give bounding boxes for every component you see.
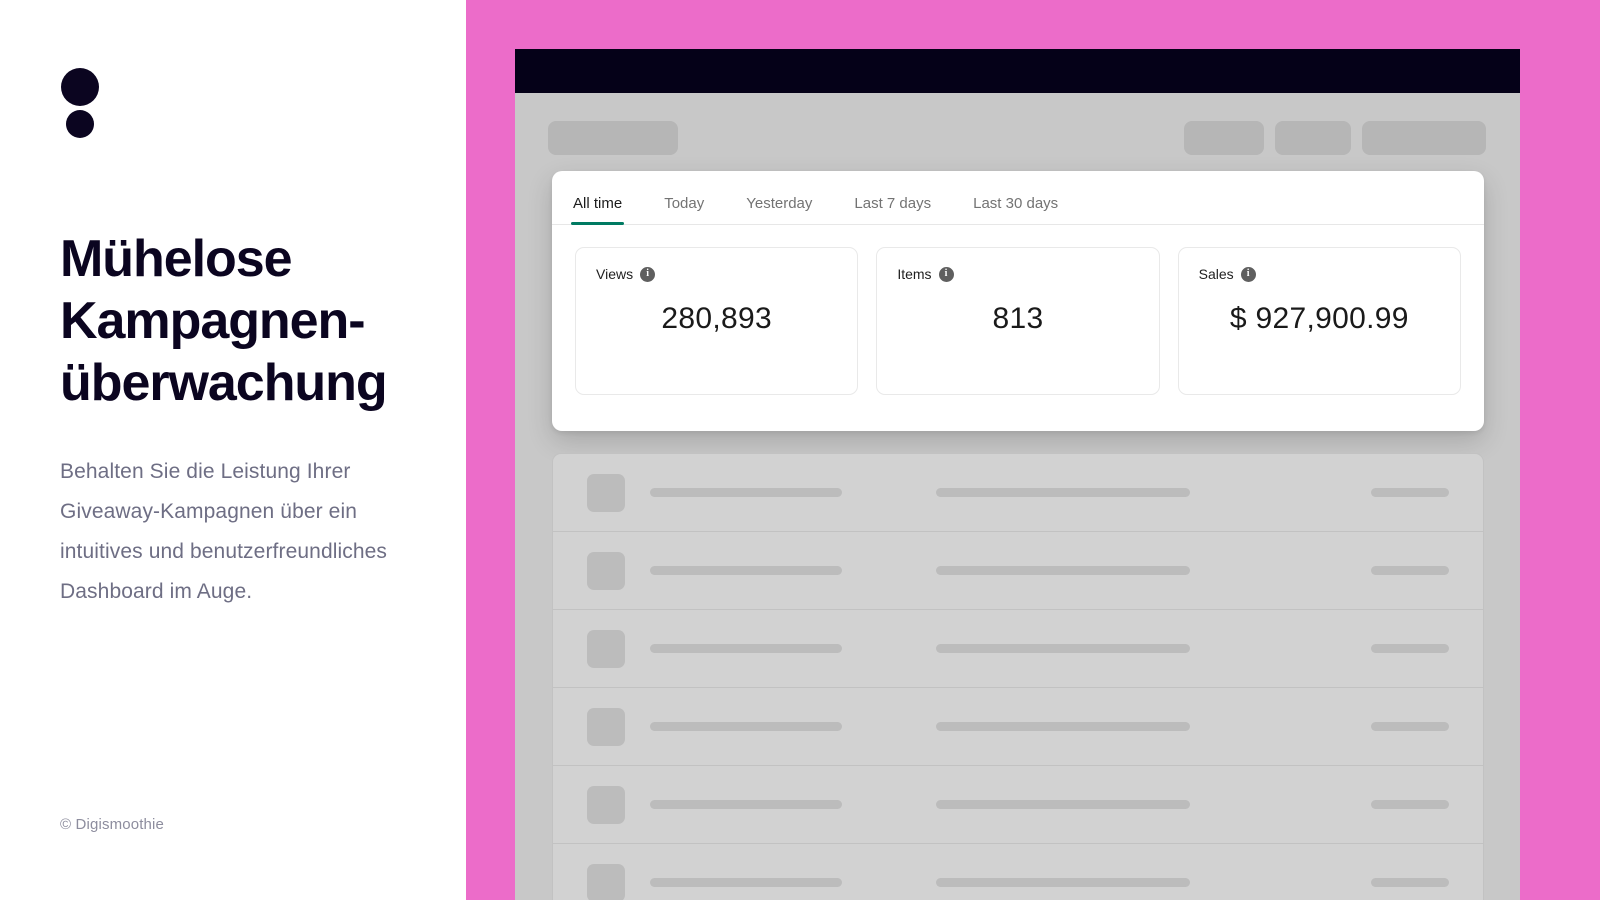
two-dots-logo[interactable] bbox=[61, 68, 105, 148]
skeleton-text-bar bbox=[1371, 878, 1449, 887]
logo-dot-small-icon bbox=[66, 110, 94, 138]
skeleton-text-bar bbox=[936, 800, 1190, 809]
skeleton-thumbnail bbox=[587, 707, 625, 746]
skeleton-thumbnail bbox=[587, 629, 625, 668]
skeleton-thumbnail bbox=[587, 785, 625, 824]
skeleton-text-bar bbox=[650, 800, 842, 809]
pink-stage: All time Today Yesterday Last 7 days Las… bbox=[466, 0, 1600, 900]
skeleton-text-bar bbox=[650, 566, 842, 575]
list-item bbox=[553, 454, 1483, 532]
stat-card-views: Views i 280,893 bbox=[575, 247, 859, 395]
app-topbar bbox=[515, 49, 1520, 93]
stat-card-value: 813 bbox=[992, 302, 1044, 335]
skeleton-text-bar bbox=[1371, 488, 1449, 497]
tab-last-30-days[interactable]: Last 30 days bbox=[973, 195, 1058, 224]
stat-card-label: Sales bbox=[1198, 266, 1234, 282]
list-item bbox=[553, 610, 1483, 688]
list-item bbox=[553, 844, 1483, 900]
left-content-panel: Mühelose Kampagnen-überwachung Behalten … bbox=[0, 0, 466, 900]
page-subtitle: Behalten Sie die Leistung Ihrer Giveaway… bbox=[60, 460, 388, 603]
skeleton-action-button bbox=[1184, 121, 1264, 155]
skeleton-text-bar bbox=[936, 878, 1190, 887]
copyright-notice: © Digismoothie bbox=[60, 816, 165, 833]
skeleton-text-bar bbox=[650, 722, 842, 731]
skeleton-thumbnail bbox=[587, 473, 625, 512]
skeleton-text-bar bbox=[650, 644, 842, 653]
landing-page: Mühelose Kampagnen-überwachung Behalten … bbox=[0, 0, 1600, 900]
skeleton-toolbar-actions bbox=[1184, 121, 1486, 155]
stats-panel: All time Today Yesterday Last 7 days Las… bbox=[552, 171, 1484, 431]
stat-card-header: Items i bbox=[897, 266, 1138, 282]
stat-cards-row: Views i 280,893 Items i 813 Sales i $ 92… bbox=[552, 225, 1484, 395]
skeleton-text-bar bbox=[936, 566, 1190, 575]
app-toolbar bbox=[515, 93, 1520, 181]
dashboard-app-window: All time Today Yesterday Last 7 days Las… bbox=[515, 49, 1520, 900]
skeleton-text-bar bbox=[1371, 644, 1449, 653]
stat-card-sales: Sales i $ 927,900.99 bbox=[1177, 247, 1461, 395]
skeleton-text-bar bbox=[650, 878, 842, 887]
tab-all-time[interactable]: All time bbox=[570, 195, 625, 225]
stat-card-value: 280,893 bbox=[661, 302, 772, 335]
skeleton-text-bar bbox=[1371, 800, 1449, 809]
stat-card-label: Views bbox=[596, 266, 634, 282]
skeleton-thumbnail bbox=[587, 551, 625, 590]
info-icon[interactable]: i bbox=[938, 266, 954, 282]
skeleton-list bbox=[552, 453, 1484, 900]
skeleton-text-bar bbox=[936, 644, 1190, 653]
logo-dot-large-icon bbox=[61, 68, 99, 106]
stat-card-label: Items bbox=[897, 266, 932, 282]
list-item bbox=[553, 532, 1483, 610]
skeleton-text-bar bbox=[936, 722, 1190, 731]
list-item bbox=[553, 688, 1483, 766]
stat-card-items: Items i 813 bbox=[876, 247, 1160, 395]
info-icon[interactable]: i bbox=[640, 266, 656, 282]
tab-yesterday[interactable]: Yesterday bbox=[746, 195, 812, 224]
date-range-tabs: All time Today Yesterday Last 7 days Las… bbox=[552, 171, 1484, 225]
skeleton-text-bar bbox=[936, 488, 1190, 497]
list-item bbox=[553, 766, 1483, 844]
skeleton-text-bar bbox=[1371, 722, 1449, 731]
tab-today[interactable]: Today bbox=[664, 195, 704, 224]
skeleton-toolbar-title bbox=[548, 121, 678, 155]
page-title: Mühelose Kampagnen-überwachung bbox=[60, 230, 388, 412]
skeleton-text-bar bbox=[1371, 566, 1449, 575]
skeleton-action-button bbox=[1362, 121, 1486, 155]
skeleton-text-bar bbox=[650, 488, 842, 497]
info-icon[interactable]: i bbox=[1240, 266, 1256, 282]
skeleton-thumbnail bbox=[587, 863, 625, 900]
stat-card-header: Views i bbox=[596, 266, 837, 282]
skeleton-action-button bbox=[1275, 121, 1351, 155]
stat-card-header: Sales i bbox=[1199, 266, 1440, 282]
tab-last-7-days[interactable]: Last 7 days bbox=[854, 195, 931, 224]
stat-card-value: $ 927,900.99 bbox=[1229, 302, 1409, 335]
